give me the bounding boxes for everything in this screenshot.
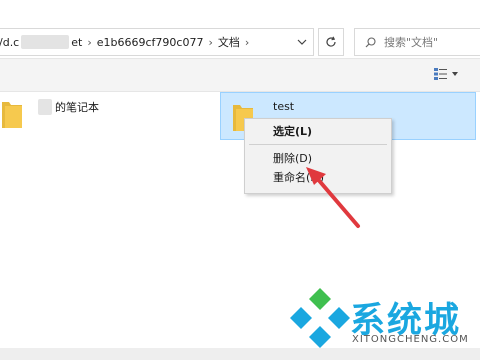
breadcrumb-chevron-icon[interactable]: › xyxy=(245,36,249,49)
chevron-down-icon[interactable] xyxy=(291,29,313,55)
redacted-path-segment xyxy=(21,35,70,49)
address-toolbar: /d.c et › e1b6669cf790c077 › 文档 › 搜索"文档" xyxy=(0,0,480,58)
breadcrumb-chevron-icon[interactable]: › xyxy=(87,36,91,49)
breadcrumb-chevron-icon[interactable]: › xyxy=(208,36,212,49)
refresh-icon xyxy=(326,36,336,47)
refresh-button[interactable] xyxy=(318,28,344,56)
redacted-name xyxy=(38,99,52,115)
folder-icon xyxy=(0,98,24,128)
item-label: 的笔记本 xyxy=(55,101,99,114)
item-label: test xyxy=(273,100,295,113)
menu-item-select[interactable]: 选定(L) xyxy=(273,123,312,141)
search-icon xyxy=(365,36,376,48)
path-segment-folder-id[interactable]: e1b6669cf790c077 xyxy=(97,36,204,49)
menu-divider xyxy=(249,144,387,145)
path-segment-mid[interactable]: et xyxy=(71,36,82,49)
command-bar xyxy=(0,58,480,92)
menu-item-delete[interactable]: 删除(D) xyxy=(273,150,312,168)
address-bar[interactable]: /d.c et › e1b6669cf790c077 › 文档 › xyxy=(0,28,314,56)
path-segment-start[interactable]: /d.c xyxy=(0,36,19,49)
search-box[interactable]: 搜索"文档" xyxy=(354,28,480,56)
status-bar xyxy=(0,348,480,360)
view-options-button[interactable] xyxy=(434,68,458,80)
menu-item-rename[interactable]: 重命名(M) xyxy=(273,169,324,187)
watermark-url: XITONGCHENG.COM xyxy=(352,334,469,345)
search-placeholder: 搜索"文档" xyxy=(384,36,439,49)
logo-icon xyxy=(290,288,350,348)
chevron-down-icon xyxy=(452,72,458,76)
context-menu: 选定(L) 删除(D) 重命名(M) xyxy=(244,118,392,194)
path-segment-current[interactable]: 文档 xyxy=(218,34,240,50)
list-item[interactable]: 的笔记本 xyxy=(0,98,99,128)
details-view-icon xyxy=(434,68,447,80)
